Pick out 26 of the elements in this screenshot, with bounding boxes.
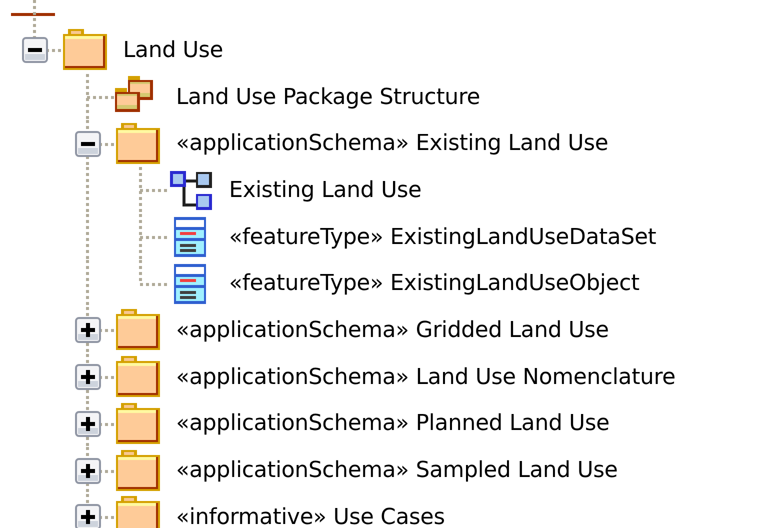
diagram-icon	[168, 169, 214, 212]
expand-icon[interactable]	[75, 504, 101, 528]
expand-icon[interactable]	[75, 410, 101, 437]
folder-icon	[115, 496, 161, 528]
tree-item[interactable]: «applicationSchema» Land Use Nomenclature	[176, 364, 676, 390]
tree-item[interactable]: Land Use	[123, 38, 224, 63]
tree-item[interactable]: «informative» Use Cases	[176, 504, 445, 528]
tree-item[interactable]: «applicationSchema» Sampled Land Use	[176, 458, 618, 484]
tree-item[interactable]: Existing Land Use	[229, 178, 422, 203]
tree-item[interactable]: Land Use Package Structure	[176, 84, 480, 110]
expand-icon[interactable]	[75, 458, 101, 484]
collapse-icon[interactable]	[22, 37, 48, 64]
tree-item[interactable]: «applicationSchema» Existing Land Use	[176, 131, 608, 156]
folder-icon	[62, 29, 108, 72]
tree-item[interactable]: «featureType» ExistingLandUseDataSet	[229, 224, 656, 250]
tree-item[interactable]: «applicationSchema» Gridded Land Use	[176, 318, 609, 343]
collapse-icon[interactable]	[75, 130, 101, 157]
expand-icon[interactable]	[75, 317, 101, 344]
expand-icon[interactable]	[75, 364, 101, 390]
folder-icon	[115, 356, 161, 398]
tree-item[interactable]: «featureType» ExistingLandUseObject	[229, 271, 640, 296]
folder-icon	[115, 402, 161, 445]
tree-item[interactable]: «applicationSchema» Planned Land Use	[176, 411, 610, 436]
folder-icon	[115, 122, 161, 165]
folder-icon	[115, 450, 161, 492]
folder-icon	[115, 309, 161, 352]
